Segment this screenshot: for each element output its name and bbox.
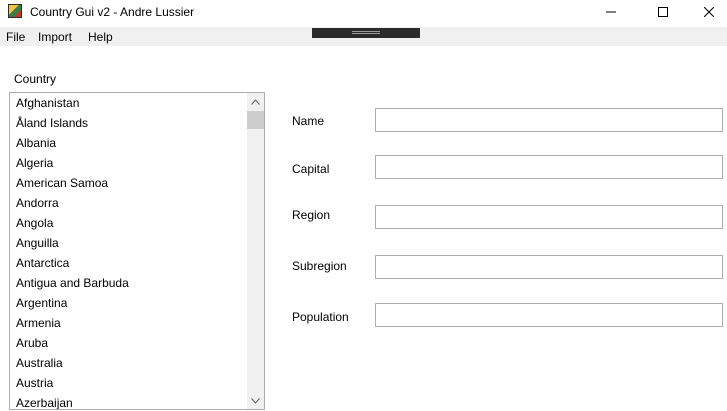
- country-listbox[interactable]: Afghanistan Åland Islands Albania Algeria Am…: [9, 92, 265, 410]
- scroll-thumb[interactable]: [247, 111, 264, 129]
- list-item[interactable]: Australia: [10, 353, 246, 373]
- country-label: Country: [14, 72, 57, 86]
- menu-help[interactable]: Help: [88, 30, 113, 44]
- maximize-icon: [658, 7, 668, 17]
- list-item[interactable]: Anguilla: [10, 233, 246, 253]
- window-title: Country Gui v2 - Andre Lussier: [30, 5, 195, 19]
- minimize-icon: [606, 11, 616, 13]
- close-button[interactable]: [686, 0, 727, 24]
- list-item[interactable]: Albania: [10, 133, 246, 153]
- list-item[interactable]: Angola: [10, 213, 246, 233]
- list-item[interactable]: Antarctica: [10, 253, 246, 273]
- menu-import[interactable]: Import: [38, 30, 72, 44]
- list-item[interactable]: Åland Islands: [10, 113, 246, 133]
- region-field[interactable]: [375, 205, 723, 229]
- maximize-button[interactable]: [640, 0, 686, 24]
- list-item[interactable]: Afghanistan: [10, 93, 246, 113]
- minimize-button[interactable]: [588, 0, 634, 24]
- capital-label: Capital: [292, 162, 330, 176]
- grip-lines-icon: [352, 31, 380, 34]
- menu-file[interactable]: File: [6, 30, 25, 44]
- list-item[interactable]: Argentina: [10, 293, 246, 313]
- subregion-field[interactable]: [375, 255, 723, 279]
- list-item[interactable]: American Samoa: [10, 173, 246, 193]
- list-item[interactable]: Antigua and Barbuda: [10, 273, 246, 293]
- close-icon: [704, 7, 714, 17]
- name-field[interactable]: [375, 108, 723, 132]
- list-scrollbar[interactable]: [247, 93, 264, 409]
- population-field[interactable]: [375, 303, 723, 327]
- list-item[interactable]: Algeria: [10, 153, 246, 173]
- name-label: Name: [292, 114, 325, 128]
- capital-field[interactable]: [375, 155, 723, 179]
- list-item[interactable]: Armenia: [10, 313, 246, 333]
- subregion-label: Subregion: [292, 259, 347, 273]
- title-bar: Country Gui v2 - Andre Lussier: [0, 0, 727, 26]
- list-item[interactable]: Azerbaijan: [10, 393, 246, 409]
- population-label: Population: [292, 310, 349, 324]
- chevron-up-icon: [251, 98, 260, 105]
- list-item[interactable]: Austria: [10, 373, 246, 393]
- chevron-down-icon: [251, 397, 260, 404]
- globe-flag-icon: [8, 4, 22, 18]
- toolbar-grip-handle[interactable]: [312, 28, 420, 38]
- scroll-down-button[interactable]: [247, 392, 264, 409]
- scroll-up-button[interactable]: [247, 93, 264, 110]
- region-label: Region: [292, 208, 331, 222]
- country-list-items: Afghanistan Åland Islands Albania Algeria Am…: [10, 93, 246, 409]
- list-item[interactable]: Aruba: [10, 333, 246, 353]
- list-item[interactable]: Andorra: [10, 193, 246, 213]
